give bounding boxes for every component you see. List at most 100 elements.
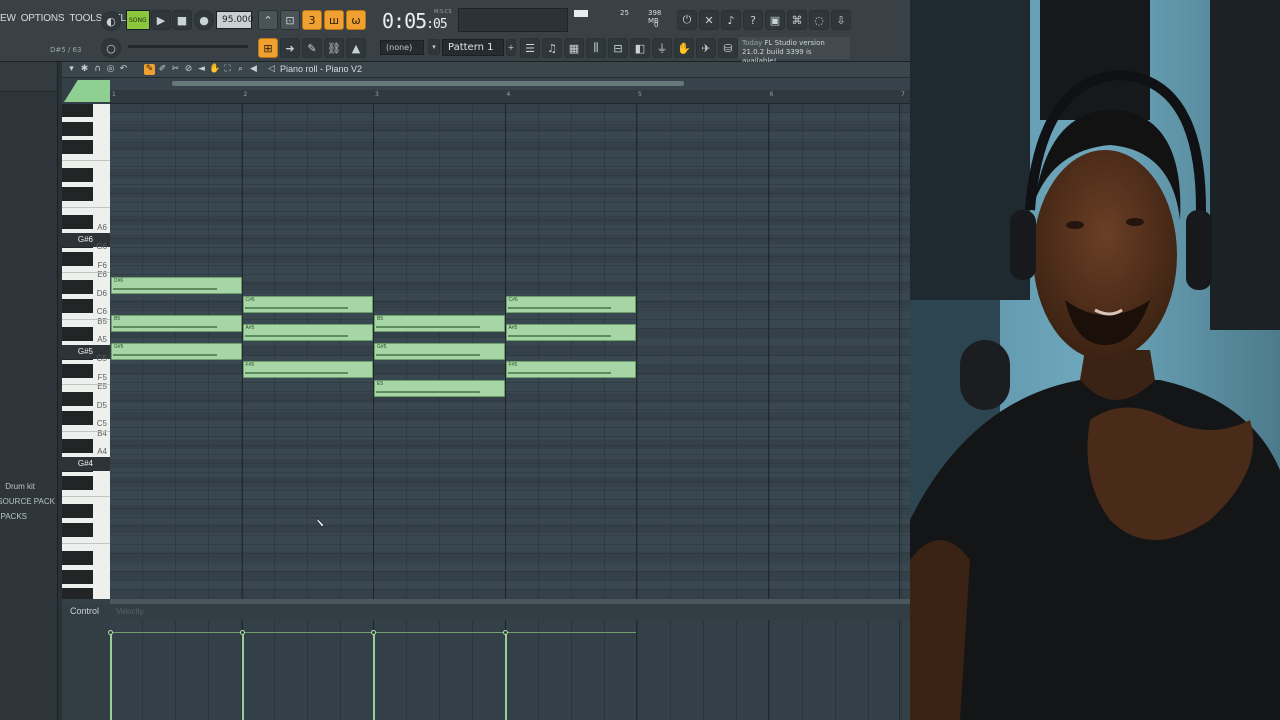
step-edit-icon[interactable]: ш — [324, 10, 344, 30]
velocity-stem[interactable] — [373, 632, 375, 720]
undo-icon[interactable]: ↶ — [118, 64, 129, 75]
black-key[interactable] — [62, 252, 93, 267]
help-icon[interactable]: ? — [743, 10, 763, 30]
black-key[interactable] — [62, 410, 93, 425]
speaker-icon[interactable]: ◁ — [266, 64, 277, 75]
play-button[interactable]: ▶ — [151, 10, 171, 30]
scrollbar-thumb[interactable] — [172, 81, 684, 86]
note[interactable]: B5 — [111, 314, 242, 332]
black-key[interactable] — [62, 392, 93, 407]
pencil-tool-icon[interactable]: ✎ — [302, 38, 322, 58]
pat-song-toggle[interactable]: ◐ — [101, 11, 121, 31]
note[interactable]: F#5 — [505, 361, 636, 379]
note-grid[interactable]: D#6 B5 G#5 C#6 A#5 F#5 B5 G#5 E5 C#6 A#5 F#5 — [110, 104, 910, 599]
master-pitch-slider[interactable] — [128, 45, 248, 48]
velocity-stem[interactable] — [241, 632, 244, 720]
link-icon[interactable]: ⛓ — [324, 38, 344, 58]
tempo-display[interactable]: 95.000 — [216, 11, 254, 29]
velocity-stem[interactable] — [110, 632, 112, 720]
note[interactable]: E5 — [374, 379, 505, 397]
black-key[interactable] — [62, 214, 93, 229]
pattern-selector[interactable]: Pattern 1 — [442, 39, 504, 56]
black-key[interactable] — [62, 504, 93, 519]
black-key[interactable] — [62, 121, 93, 136]
velocity-handle[interactable] — [108, 630, 113, 635]
draw-tool-icon[interactable]: ✎ — [144, 64, 155, 75]
playback-tool-icon[interactable]: ◀ — [248, 64, 259, 75]
black-key[interactable] — [62, 550, 93, 565]
chat-icon[interactable]: ◌ — [809, 10, 829, 30]
velocity-stem[interactable] — [504, 632, 507, 720]
wait-input-icon[interactable]: ⊡ — [280, 10, 300, 30]
black-key[interactable] — [62, 588, 93, 599]
playlist-icon[interactable]: ☰ — [520, 38, 540, 58]
wrench-icon[interactable]: ✱ — [79, 64, 90, 75]
browser-item-drum-kit[interactable]: Drum kit — [5, 482, 35, 491]
note[interactable]: D#6 — [111, 277, 242, 295]
master-volume-knob[interactable]: ○ — [101, 38, 121, 58]
black-key[interactable] — [62, 298, 93, 313]
slice-tool-icon[interactable]: ✋ — [209, 64, 220, 75]
paint-tool-icon[interactable]: ✐ — [157, 64, 168, 75]
panic-icon[interactable]: ✕ — [699, 10, 719, 30]
select-tool-icon[interactable]: ⛶ — [222, 64, 233, 75]
song-mode-button[interactable]: SONG — [126, 10, 150, 30]
stamp-icon[interactable]: ▲ — [346, 38, 366, 58]
touch-keyboard-icon[interactable]: ✈ — [696, 38, 716, 58]
save-icon[interactable]: ▣ — [765, 10, 785, 30]
control-selector[interactable]: Control — [70, 606, 99, 616]
snap-icon[interactable]: ⊞ — [258, 38, 278, 58]
download-icon[interactable]: ⇩ — [831, 10, 851, 30]
piano-roll-icon[interactable]: ♫ — [542, 38, 562, 58]
channel-rack-icon[interactable]: ▦ — [564, 38, 584, 58]
browser-item-resource-pack[interactable]: RESOURCE PACK — [0, 497, 55, 506]
black-key[interactable] — [62, 476, 93, 491]
record-button[interactable]: ● — [194, 10, 214, 30]
note[interactable]: G#5 — [111, 342, 242, 360]
menu-view[interactable]: EW — [0, 8, 16, 30]
slip-tool-icon[interactable]: ◄ — [196, 64, 207, 75]
note[interactable]: A#5 — [505, 323, 636, 341]
plugin-picker-icon[interactable]: ◧ — [630, 38, 650, 58]
stop-button[interactable]: ■ — [172, 10, 192, 30]
menu-options[interactable]: OPTIONS — [21, 8, 65, 30]
black-key[interactable] — [62, 280, 93, 295]
shop-icon[interactable]: ⛁ — [718, 38, 738, 58]
note[interactable]: C#6 — [242, 295, 373, 313]
countdown-icon[interactable]: 3 — [302, 10, 322, 30]
zoom-tool-icon[interactable]: ⌕ — [235, 64, 246, 75]
loop-record-icon[interactable]: ω — [346, 10, 366, 30]
note[interactable]: B5 — [374, 314, 505, 332]
metronome-icon[interactable]: ⌃ — [258, 10, 278, 30]
black-key[interactable] — [62, 326, 93, 341]
velocity-handle[interactable] — [502, 630, 508, 635]
chevron-down-icon[interactable]: ▾ — [428, 39, 440, 55]
magnet-icon[interactable]: ∩ — [92, 64, 103, 75]
note[interactable]: C#6 — [505, 295, 636, 313]
plugin-icon[interactable]: ⌘ — [787, 10, 807, 30]
note[interactable]: F#5 — [242, 361, 373, 379]
mixer-icon[interactable]: ⫼ — [586, 38, 606, 58]
pattern-filter-select[interactable]: (none) — [380, 40, 424, 55]
black-key[interactable] — [62, 522, 93, 537]
snap-corner[interactable] — [64, 80, 110, 102]
black-key[interactable] — [62, 569, 93, 584]
tempo-tapper-icon[interactable]: ✋ — [674, 38, 694, 58]
menu-arrow-icon[interactable]: ▾ — [66, 64, 77, 75]
black-key[interactable] — [62, 186, 93, 201]
browser-item-packs[interactable]: PACKS — [0, 512, 27, 521]
note[interactable]: G#5 — [374, 342, 505, 360]
black-key[interactable] — [62, 364, 93, 379]
arrow-right-icon[interactable]: ➜ — [280, 38, 300, 58]
time-ruler[interactable]: 1 2 3 4 5 6 7 — [110, 90, 910, 104]
power-icon[interactable]: ⏻ — [677, 10, 697, 30]
overview-scrollbar[interactable] — [110, 78, 910, 90]
piano-keyboard[interactable]: A6 G#6 G6 F6 E6 D6 C6 B5 A5 G#5 G5 F5 E5 D5 C5 B4 A4 G#4 — [62, 104, 110, 599]
delete-tool-icon[interactable]: ✂ — [170, 64, 181, 75]
velocity-lane[interactable] — [108, 620, 910, 720]
target-icon[interactable]: ◎ — [105, 64, 116, 75]
news-panel[interactable]: Today FL Studio version 21.0.2 build 339… — [738, 37, 850, 65]
black-key[interactable] — [62, 140, 93, 155]
black-key[interactable] — [62, 438, 93, 453]
plug-icon[interactable]: ⏚ — [652, 38, 672, 58]
